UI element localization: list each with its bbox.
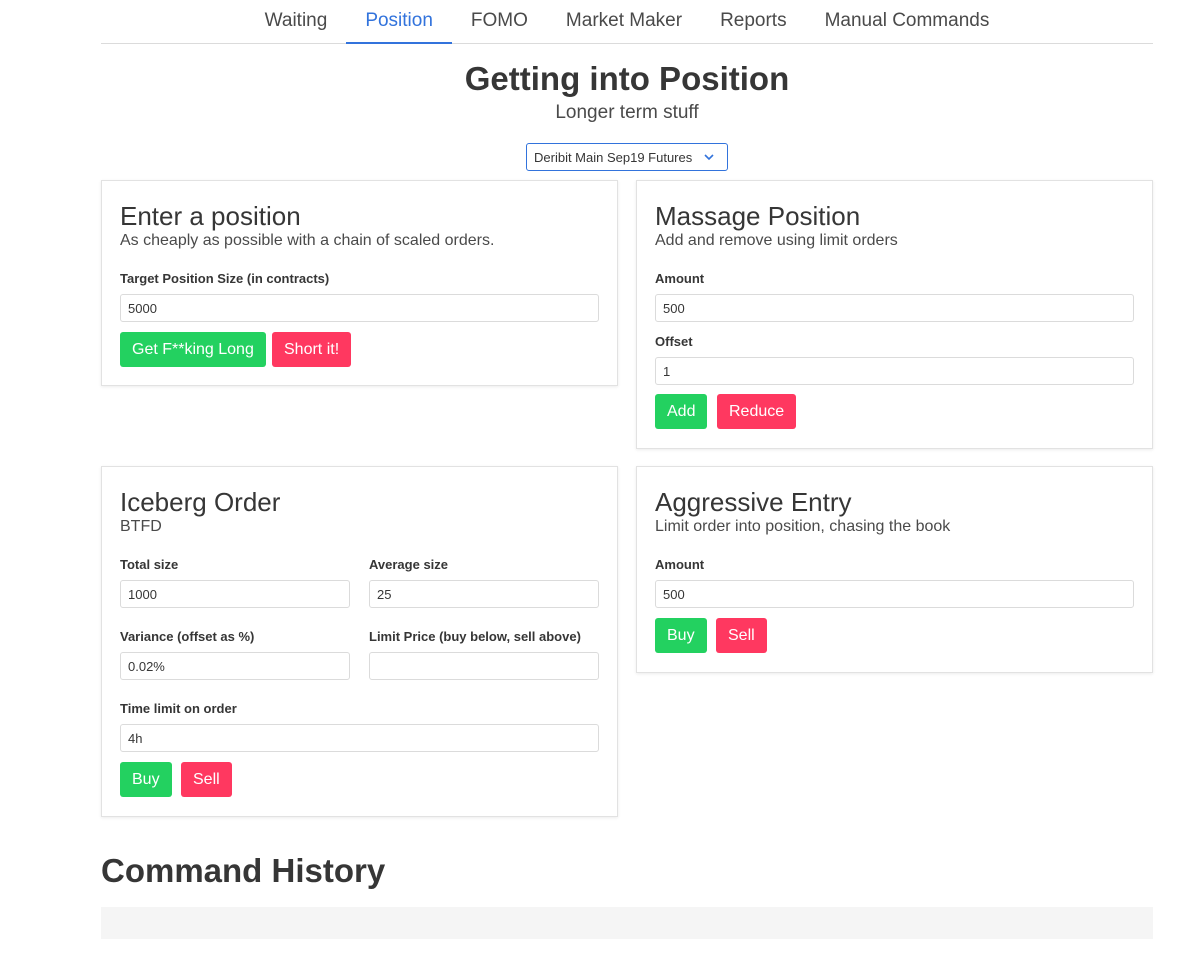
time-limit-input[interactable] [120, 724, 599, 752]
aggressive-sell-button[interactable]: Sell [716, 618, 767, 653]
target-size-label: Target Position Size (in contracts) [120, 271, 330, 286]
short-button[interactable]: Short it! [272, 332, 352, 367]
iceberg-subtitle: BTFD [120, 518, 162, 535]
massage-position-card: Massage Position Add and remove using li… [636, 180, 1153, 449]
enter-position-subtitle: As cheaply as possible with a chain of s… [120, 232, 495, 249]
average-size-label: Average size [369, 557, 449, 572]
aggressive-subtitle: Limit order into position, chasing the b… [655, 518, 951, 535]
account-select-value: Deribit Main Sep19 Futures [534, 150, 693, 165]
tab-reports[interactable]: Reports [701, 0, 806, 44]
enter-position-card: Enter a position As cheaply as possible … [101, 180, 618, 386]
aggressive-buy-button[interactable]: Buy [655, 618, 707, 653]
offset-input[interactable] [655, 357, 1134, 385]
tab-waiting[interactable]: Waiting [246, 0, 347, 44]
add-button[interactable]: Add [655, 394, 708, 429]
tab-position[interactable]: Position [346, 0, 452, 44]
account-select[interactable]: Deribit Main Sep19 Futures [526, 143, 728, 171]
massage-position-subtitle: Add and remove using limit orders [655, 232, 898, 249]
main-tabs: Waiting Position FOMO Market Maker Repor… [101, 0, 1153, 44]
aggressive-amount-input[interactable] [655, 580, 1134, 608]
iceberg-buy-button[interactable]: Buy [120, 762, 172, 797]
offset-label: Offset [655, 334, 693, 349]
variance-input[interactable] [120, 652, 350, 680]
massage-amount-input[interactable] [655, 294, 1134, 322]
total-size-input[interactable] [120, 580, 350, 608]
page-title: Getting into Position [464, 60, 790, 97]
command-history-panel [101, 907, 1153, 939]
iceberg-sell-button[interactable]: Sell [181, 762, 232, 797]
tab-list: Waiting Position FOMO Market Maker Repor… [101, 0, 1153, 44]
iceberg-title: Iceberg Order [120, 487, 281, 517]
variance-label: Variance (offset as %) [120, 629, 255, 644]
massage-position-title: Massage Position [655, 201, 861, 231]
total-size-label: Total size [120, 557, 179, 572]
reduce-button[interactable]: Reduce [717, 394, 797, 429]
average-size-input[interactable] [369, 580, 599, 608]
chevron-down-icon [704, 154, 714, 161]
target-size-input[interactable] [120, 294, 599, 322]
page-subtitle: Longer term stuff [555, 102, 699, 123]
tab-fomo[interactable]: FOMO [452, 0, 547, 44]
limit-price-input[interactable] [369, 652, 599, 680]
aggressive-entry-card: Aggressive Entry Limit order into positi… [636, 466, 1153, 673]
long-button[interactable]: Get F**king Long [120, 332, 266, 367]
iceberg-order-card: Iceberg Order BTFD Total size Average si… [101, 466, 618, 817]
time-limit-label: Time limit on order [120, 701, 237, 716]
enter-position-title: Enter a position [120, 201, 301, 231]
massage-amount-label: Amount [655, 271, 705, 286]
command-history-title: Command History [101, 852, 386, 889]
limit-price-label: Limit Price (buy below, sell above) [369, 629, 581, 644]
aggressive-amount-label: Amount [655, 557, 705, 572]
aggressive-title: Aggressive Entry [655, 487, 852, 517]
tab-manual-commands[interactable]: Manual Commands [806, 0, 1009, 44]
tab-market-maker[interactable]: Market Maker [547, 0, 701, 44]
